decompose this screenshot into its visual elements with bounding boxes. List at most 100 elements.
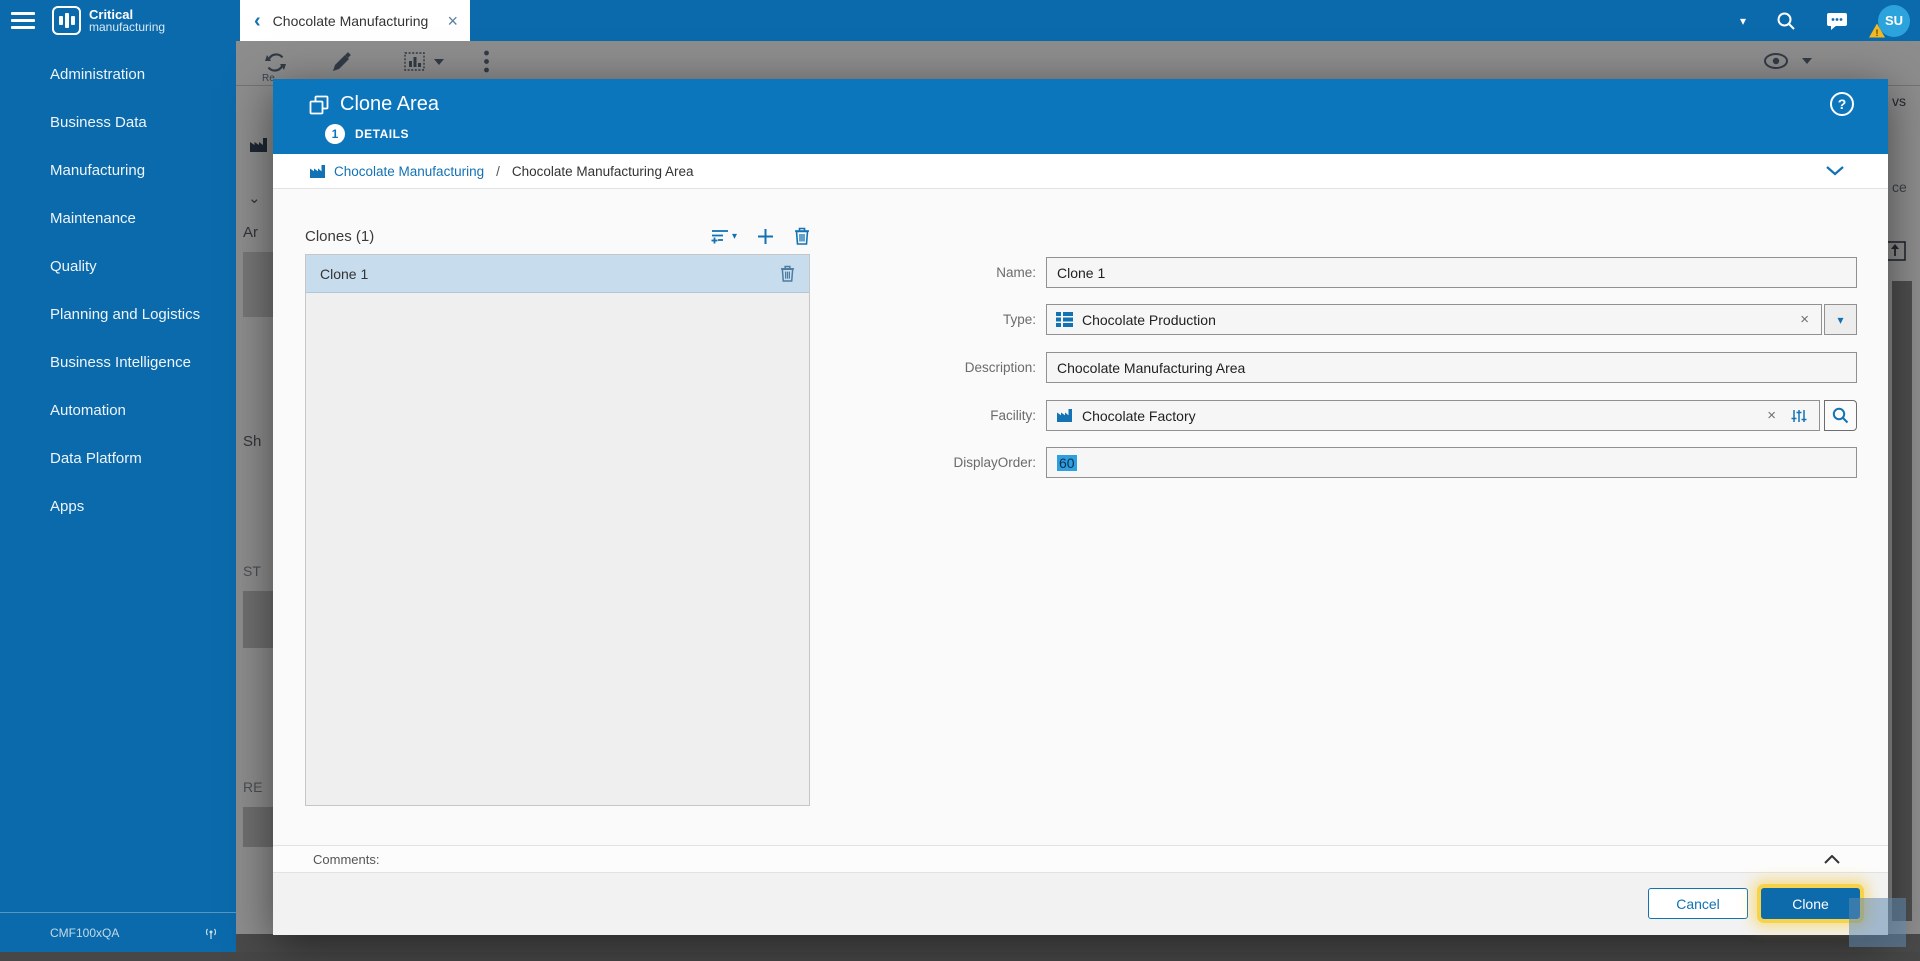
add-filter-icon[interactable]: ▾ [711, 228, 737, 245]
clear-facility-icon[interactable]: × [1767, 408, 1776, 423]
eye-caret-icon [1802, 58, 1812, 65]
comments-collapse-chevron-up-icon[interactable] [1824, 854, 1840, 864]
clones-panel: Clones (1) ▾ Clone 1 [305, 223, 810, 806]
clones-list: Clone 1 [305, 254, 810, 806]
factory-icon [1056, 408, 1073, 423]
edit-pencil-icon [331, 52, 352, 73]
sidebar-item-label: Business Intelligence [50, 353, 191, 371]
form-row-facility: Facility: Chocolate Factory × [778, 400, 1857, 431]
wizard-step-details[interactable]: 1 DETAILS [325, 124, 409, 144]
delete-clones-icon[interactable] [794, 227, 810, 245]
sidebar-item-maintenance[interactable]: Maintenance [0, 194, 236, 242]
page-fragment-ce: ce [1892, 179, 1907, 195]
refresh-icon [264, 51, 287, 74]
menu-hamburger-icon[interactable] [11, 12, 35, 29]
breadcrumb-current: Chocolate Manufacturing Area [511, 163, 694, 179]
type-dropdown-button[interactable]: ▾ [1824, 304, 1857, 335]
dialog-title: Clone Area [340, 93, 439, 115]
sidebar-item-quality[interactable]: Quality [0, 242, 236, 290]
type-label: Type: [1002, 312, 1036, 327]
breadcrumb-separator: / [496, 163, 500, 179]
logo-text-line2: manufacturing [89, 19, 166, 34]
clone-list-item-selected[interactable]: Clone 1 [306, 255, 809, 293]
cancel-button[interactable]: Cancel [1648, 888, 1748, 919]
background-scrollbar[interactable] [1892, 281, 1912, 921]
messages-icon[interactable] [1826, 11, 1848, 31]
name-field[interactable] [1046, 257, 1857, 288]
page-fragment-sh: Sh [243, 433, 262, 450]
user-avatar[interactable]: SU [1878, 4, 1910, 37]
facility-search-button[interactable] [1824, 400, 1857, 431]
step-label: DETAILS [355, 127, 409, 141]
sidebar-item-business-intelligence[interactable]: Business Intelligence [0, 338, 236, 386]
breadcrumb-parent-link[interactable]: Chocolate Manufacturing [334, 164, 484, 179]
sidebar-item-label: Data Platform [50, 449, 142, 467]
filter-caret-icon: ▾ [731, 230, 737, 242]
sidebar-item-label: Apps [50, 497, 85, 515]
dialog-header: Clone Area 1 DETAILS ? [273, 79, 1888, 154]
sidebar-item-administration[interactable]: Administration [0, 50, 236, 98]
form-row-display-order: DisplayOrder: 60 [778, 447, 1857, 478]
eye-icon [1764, 53, 1788, 69]
display-order-field[interactable]: 60 [1046, 447, 1857, 478]
sidebar-item-label: Maintenance [50, 209, 136, 227]
tab-close-icon[interactable]: × [447, 12, 458, 30]
sidebar-item-manufacturing[interactable]: Manufacturing [0, 146, 236, 194]
form-row-type: Type: Chocolate Production × ▾ [778, 304, 1857, 335]
sidebar-item-label: Automation [50, 401, 126, 419]
critical-manufacturing-logo-icon [52, 6, 81, 35]
app-logo: Critical manufacturing [52, 6, 165, 35]
search-icon[interactable] [1776, 11, 1796, 31]
comments-section-bar[interactable]: Comments: [273, 845, 1888, 873]
dialog-footer: Cancel Clone [273, 873, 1888, 935]
environment-name: CMF100xQA [50, 925, 120, 940]
sidebar-item-automation[interactable]: Automation [0, 386, 236, 434]
clone-area-dialog: Clone Area 1 DETAILS ? Chocolate Manufac… [273, 79, 1888, 935]
type-combobox[interactable]: Chocolate Production × [1046, 304, 1822, 335]
facility-value: Chocolate Factory [1082, 407, 1196, 424]
collapse-chevron-down-icon[interactable] [1826, 166, 1844, 176]
sidebar-item-data-platform[interactable]: Data Platform [0, 434, 236, 482]
facility-filter-icon[interactable] [1791, 408, 1807, 424]
help-icon[interactable]: ? [1830, 92, 1854, 116]
page-fragment-vs: vs [1892, 93, 1906, 109]
click-highlight-overlay [1849, 898, 1906, 947]
factory-icon [249, 137, 268, 153]
clear-type-icon[interactable]: × [1800, 312, 1809, 327]
sidebar-item-label: Administration [50, 65, 146, 83]
sidebar-item-apps[interactable]: Apps [0, 482, 236, 530]
topbar-dropdown-caret-icon[interactable]: ▾ [1740, 14, 1746, 28]
facility-picker[interactable]: Chocolate Factory × [1046, 400, 1820, 431]
clone-button[interactable]: Clone [1761, 888, 1860, 919]
open-page-tab[interactable]: ‹ Chocolate Manufacturing × [240, 0, 470, 41]
form-row-description: Description: [778, 352, 1857, 383]
more-options-kebab-icon [484, 50, 489, 73]
step-number-badge: 1 [325, 124, 345, 144]
description-label: Description: [964, 360, 1036, 375]
sidebar-item-label: Manufacturing [50, 161, 146, 179]
breadcrumb: Chocolate Manufacturing / Chocolate Manu… [273, 154, 1888, 189]
comments-label: Comments: [313, 851, 380, 867]
sidebar-item-planning-and-logistics[interactable]: Planning and Logistics [0, 290, 236, 338]
display-order-selected-text: 60 [1057, 454, 1077, 471]
description-field[interactable] [1046, 352, 1857, 383]
sidebar-item-label: Planning and Logistics [50, 305, 201, 323]
page-fragment-re: RE [243, 779, 263, 795]
page-fragment-ar: Ar [243, 224, 258, 241]
clones-panel-title: Clones (1) [305, 227, 375, 245]
tab-back-icon[interactable]: ‹ [254, 11, 261, 31]
factory-icon [309, 164, 326, 179]
form-row-name: Name: [778, 257, 1857, 288]
clone-copy-icon [309, 95, 329, 115]
connection-antenna-icon [204, 926, 218, 940]
name-label: Name: [996, 265, 1036, 280]
main-menu-sidebar: Administration Business Data Manufacturi… [0, 41, 236, 952]
page-fragment-st: ST [243, 563, 261, 579]
chart-caret-icon [434, 59, 444, 66]
display-order-label: DisplayOrder: [953, 455, 1036, 470]
chart-icon [404, 52, 426, 72]
add-clone-icon[interactable] [757, 228, 774, 245]
sidebar-item-business-data[interactable]: Business Data [0, 98, 236, 146]
tab-title: Chocolate Manufacturing [272, 12, 429, 29]
logo-text-line1: Critical [89, 6, 134, 22]
